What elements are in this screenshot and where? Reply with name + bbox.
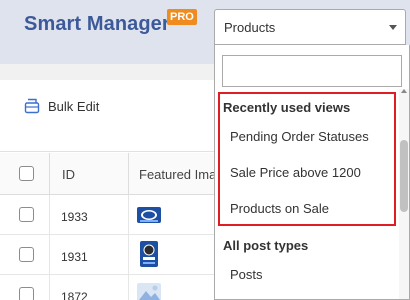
post-type-dropdown: Recently used views Pending Order Status… (214, 45, 410, 300)
cell-divider (49, 195, 50, 234)
cell-divider (128, 235, 129, 274)
row-checkbox[interactable] (19, 287, 34, 300)
product-thumbnail (137, 283, 161, 300)
row-id: 1931 (61, 250, 88, 264)
option-pending-order-statuses[interactable]: Pending Order Statuses (215, 120, 401, 154)
dropdown-search-input[interactable] (222, 55, 402, 87)
column-divider (49, 153, 50, 194)
row-id: 1872 (61, 290, 88, 300)
cell-divider (128, 195, 129, 234)
row-checkbox[interactable] (19, 247, 34, 262)
dropdown-scroll-thumb[interactable] (400, 140, 408, 212)
option-posts[interactable]: Posts (215, 258, 401, 292)
option-sale-price-above-1200[interactable]: Sale Price above 1200 (215, 156, 401, 190)
post-type-select[interactable]: Products (214, 9, 406, 45)
scroll-up-arrow-icon[interactable] (401, 89, 407, 93)
cell-divider (128, 275, 129, 300)
column-header-featured-image[interactable]: Featured Ima (139, 167, 216, 182)
select-value: Products (224, 20, 276, 35)
oreo-pack-thumbnail (137, 207, 161, 223)
bulk-edit-label: Bulk Edit (48, 98, 100, 114)
oreo-box-thumbnail (140, 241, 158, 267)
row-checkbox[interactable] (19, 207, 34, 222)
chevron-down-icon (389, 25, 397, 30)
group-label-recent-views: Recently used views (223, 100, 351, 115)
row-id: 1933 (61, 210, 88, 224)
column-header-id[interactable]: ID (62, 167, 75, 182)
bulk-edit-button[interactable]: Bulk Edit (24, 98, 99, 114)
cell-divider (49, 275, 50, 300)
option-products-on-sale[interactable]: Products on Sale (215, 192, 401, 226)
pro-badge: PRO (167, 9, 197, 25)
column-divider (128, 153, 129, 194)
bulk-edit-icon (24, 98, 40, 114)
group-label-all-post-types: All post types (223, 238, 309, 253)
cell-divider (49, 235, 50, 274)
select-all-checkbox[interactable] (19, 166, 34, 181)
app-title: Smart Manager (24, 13, 170, 35)
